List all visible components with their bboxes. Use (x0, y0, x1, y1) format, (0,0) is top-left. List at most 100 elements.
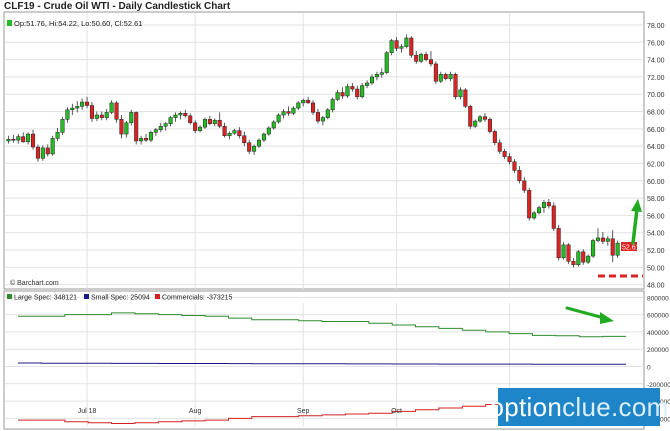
candle-body (551, 205, 556, 229)
candle (384, 50, 389, 75)
candle-body (227, 132, 232, 137)
candle-body (487, 119, 492, 132)
candle-body (360, 85, 365, 98)
candle-body (65, 109, 70, 120)
candle-body (399, 46, 404, 49)
candle-body (394, 40, 399, 49)
candle-body (586, 255, 591, 263)
candle-body (134, 112, 139, 142)
candle-body (605, 238, 610, 242)
candle-body (124, 122, 129, 135)
price-tick-label: 64.00 (647, 144, 665, 151)
candle (433, 61, 438, 84)
cot-tick-label: 800000 (647, 295, 669, 302)
candle (561, 242, 566, 260)
candle-body (256, 139, 262, 147)
price-tick-label: 58.00 (647, 196, 665, 203)
candle-body (168, 117, 173, 124)
candle-body (129, 112, 134, 124)
candle-body (276, 114, 281, 123)
candle-body (615, 242, 620, 256)
candle-body (178, 113, 183, 116)
x-tick-label: Jul 18 (78, 408, 97, 415)
candle-body (21, 136, 26, 143)
candle-body (45, 147, 50, 155)
candle-body (11, 138, 16, 141)
price-tick-label: 50.00 (647, 265, 665, 272)
candle-body (537, 207, 542, 214)
candle-body (232, 130, 237, 134)
candle (556, 224, 561, 261)
candle-body (75, 106, 80, 109)
candle (134, 111, 139, 145)
candle-body (212, 119, 217, 124)
price-y-axis: 48.00 50.00 52.00 54.00 56.00 58.00 60.00 62.00… (647, 23, 665, 290)
candle-body (291, 107, 296, 114)
cot-legend-swatch (84, 294, 89, 299)
price-tick-label: 54.00 (647, 231, 665, 238)
candle-body (458, 89, 463, 98)
candle-body (428, 59, 433, 65)
candle (325, 108, 330, 120)
candle-body (109, 102, 114, 113)
candle-body (561, 244, 566, 259)
price-tick-label: 74.00 (647, 58, 665, 65)
candle-body (40, 147, 45, 159)
candle (148, 130, 153, 142)
cot-legend-swatch (7, 294, 12, 299)
candle (463, 88, 468, 109)
candle-body (217, 119, 222, 127)
cot-tick-label: 600000 (647, 313, 669, 320)
chart-canvas: 48.00 50.00 52.00 54.00 56.00 58.00 60.00 62.00… (3, 11, 670, 430)
candle (566, 243, 571, 264)
candle-body (419, 54, 424, 62)
x-tick-label: Oct (391, 408, 402, 415)
cot-tick-label: 0 (647, 364, 651, 371)
candle-body (320, 117, 325, 122)
candle-body (591, 240, 596, 257)
candle (60, 116, 65, 135)
candle-body (345, 86, 350, 97)
candle-body (507, 156, 512, 163)
candle-body (546, 202, 551, 207)
candle-body (242, 135, 247, 143)
candle-body (35, 146, 40, 159)
ohlc-legend: Op:51.76, Hi:54.22, Lo:50.60, Cl:52.61 (14, 19, 142, 28)
cot-legend: Large Spec: 348121 Small Spec: 25094 Comme… (7, 294, 233, 302)
candle-body (502, 151, 507, 157)
candle (527, 187, 532, 221)
price-tick-label: 76.00 (647, 40, 665, 47)
candle-body (158, 126, 163, 130)
candle-body (261, 133, 266, 141)
watermark-suffix: clue.com (562, 391, 669, 422)
candle (551, 202, 556, 232)
candle-body (527, 190, 532, 219)
candle-body (424, 54, 429, 60)
candle-body (139, 138, 144, 142)
price-tick-label: 52.00 (647, 248, 665, 255)
candle-body (50, 138, 55, 155)
candle (409, 36, 414, 58)
candle-body (463, 89, 468, 107)
candle (202, 117, 207, 129)
candle-body (315, 112, 320, 122)
watermark-logo: option clue.com (489, 388, 668, 426)
candle-body (252, 145, 257, 152)
candle-body (482, 116, 488, 120)
candle-body (433, 63, 438, 82)
candle-body (355, 88, 360, 98)
candle (468, 104, 473, 129)
candle-body (188, 115, 193, 124)
candle-body (153, 129, 158, 133)
cot-tick-label: 200000 (647, 347, 669, 354)
candle-body (443, 74, 448, 79)
candle-body (532, 212, 537, 219)
candle-body (414, 55, 419, 62)
candle (114, 101, 119, 123)
candle-body (473, 120, 478, 127)
candle-body (119, 119, 124, 135)
candle-body (438, 74, 443, 82)
candle-body (340, 92, 345, 97)
candle (453, 72, 458, 100)
candle-body (31, 133, 36, 148)
